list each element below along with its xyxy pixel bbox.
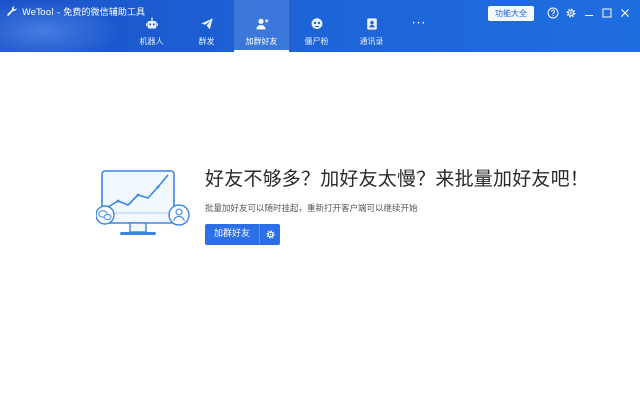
paper-plane-icon <box>200 17 214 31</box>
tab-label: 机器人 <box>139 37 164 46</box>
contacts-book-icon <box>365 17 379 31</box>
minimize-icon[interactable] <box>582 6 596 20</box>
gear-icon[interactable] <box>564 6 578 20</box>
wrench-icon <box>7 6 17 16</box>
tab-add-group-friends[interactable]: 加群好友 <box>234 0 289 52</box>
more-dots-icon: ··· <box>411 16 427 30</box>
tab-label: 加群好友 <box>245 37 278 46</box>
tab-label: 通讯录 <box>359 37 384 46</box>
page-subtext: 批量加好友可以随时挂起，重新打开客户端可以继续开始 <box>205 204 418 214</box>
main-tabs: 机器人 群发 加群好友 僵尸粉 通讯录 ··· <box>124 0 439 52</box>
tab-more[interactable]: ··· <box>399 0 439 52</box>
help-icon[interactable] <box>546 6 560 20</box>
tab-label: 僵尸粉 <box>304 37 329 46</box>
main-panel: 好友不够多？加好友太慢？来批量加好友吧！ 批量加好友可以随时挂起，重新打开客户端… <box>0 52 640 407</box>
tab-mass-send[interactable]: 群发 <box>179 0 234 52</box>
page-headline: 好友不够多？加好友太慢？来批量加好友吧！ <box>205 168 590 190</box>
close-icon[interactable] <box>618 6 632 20</box>
app-window: WeTool - 免费的微信辅助工具 机器人 群发 加群好友 僵尸粉 通讯录 ·… <box>0 0 640 407</box>
robot-icon <box>145 17 159 31</box>
action-button-group: 加群好友 <box>205 224 281 245</box>
monitor-growth-illustration <box>96 170 190 235</box>
function-list-button[interactable]: 功能大全 <box>488 5 534 21</box>
add-friends-settings-button[interactable] <box>260 224 281 245</box>
gear-icon <box>265 230 275 239</box>
tab-zombie-fans[interactable]: 僵尸粉 <box>289 0 344 52</box>
tab-contacts[interactable]: 通讯录 <box>344 0 399 52</box>
zombie-face-icon <box>310 17 324 31</box>
tab-label: 群发 <box>198 37 215 46</box>
tab-robot[interactable]: 机器人 <box>124 0 179 52</box>
header-tools: 功能大全 <box>488 5 632 21</box>
header-bar: WeTool - 免费的微信辅助工具 机器人 群发 加群好友 僵尸粉 通讯录 ·… <box>0 0 640 52</box>
add-group-friends-button[interactable]: 加群好友 <box>205 224 260 245</box>
add-user-icon <box>255 17 269 31</box>
maximize-icon[interactable] <box>600 6 614 20</box>
